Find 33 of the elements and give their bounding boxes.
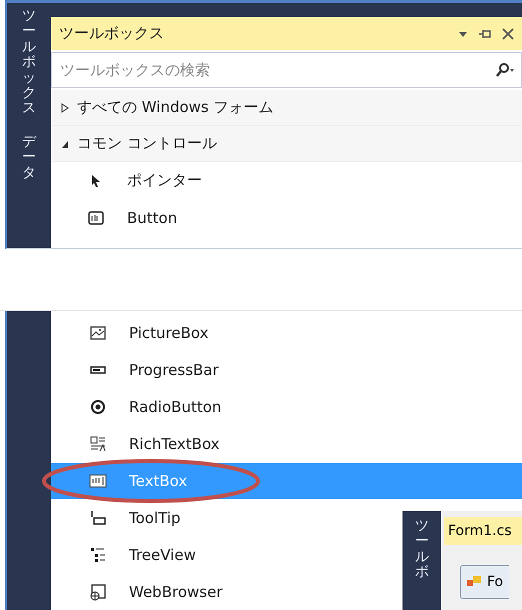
rich-text-icon xyxy=(89,435,107,454)
text-field-icon xyxy=(89,472,107,490)
toolbox-item[interactable]: Button xyxy=(51,199,198,236)
toolbox-item[interactable]: RichTextBox xyxy=(51,426,240,462)
form-icon xyxy=(467,576,481,588)
search-field[interactable]: ツールボックスの検索 xyxy=(51,52,522,88)
toolbox-item[interactable]: TreeView xyxy=(51,536,216,574)
picture-icon xyxy=(89,324,107,342)
expand-icon[interactable] xyxy=(61,102,69,112)
toolbox-item[interactable]: ToolTip xyxy=(51,499,201,536)
tree-list-icon xyxy=(89,546,107,564)
side-tab[interactable]: ツールボックス xyxy=(22,9,36,117)
toolbox-item[interactable]: ProgressBar xyxy=(51,352,239,389)
toolbox-item[interactable]: ポインター xyxy=(51,162,222,199)
collapse-icon[interactable] xyxy=(61,138,69,148)
panel-title: ツールボックス xyxy=(59,24,165,43)
ab-button-icon xyxy=(87,208,105,226)
toolbox-item[interactable]: PictureBox xyxy=(51,315,228,352)
form-button[interactable]: Fo xyxy=(460,565,510,599)
pin-icon[interactable] xyxy=(478,28,492,40)
browser-window-icon xyxy=(89,582,107,601)
side-tab[interactable]: データ xyxy=(22,134,36,181)
group-header[interactable]: すべての Windows フォーム xyxy=(51,90,522,126)
dropdown-icon[interactable] xyxy=(458,30,468,38)
radio-icon xyxy=(89,398,107,416)
document-tab[interactable]: Form1.cs xyxy=(444,517,522,545)
tooltip-icon xyxy=(89,508,107,527)
toolbox-item[interactable]: WebBrowser xyxy=(51,573,242,610)
search-input[interactable]: ツールボックスの検索 xyxy=(58,60,495,80)
toolbox-item[interactable]: RadioButton xyxy=(51,388,242,426)
group-header[interactable]: コモン コントロール xyxy=(51,126,522,162)
close-icon[interactable] xyxy=(502,28,514,40)
search-icon[interactable] xyxy=(495,63,515,77)
